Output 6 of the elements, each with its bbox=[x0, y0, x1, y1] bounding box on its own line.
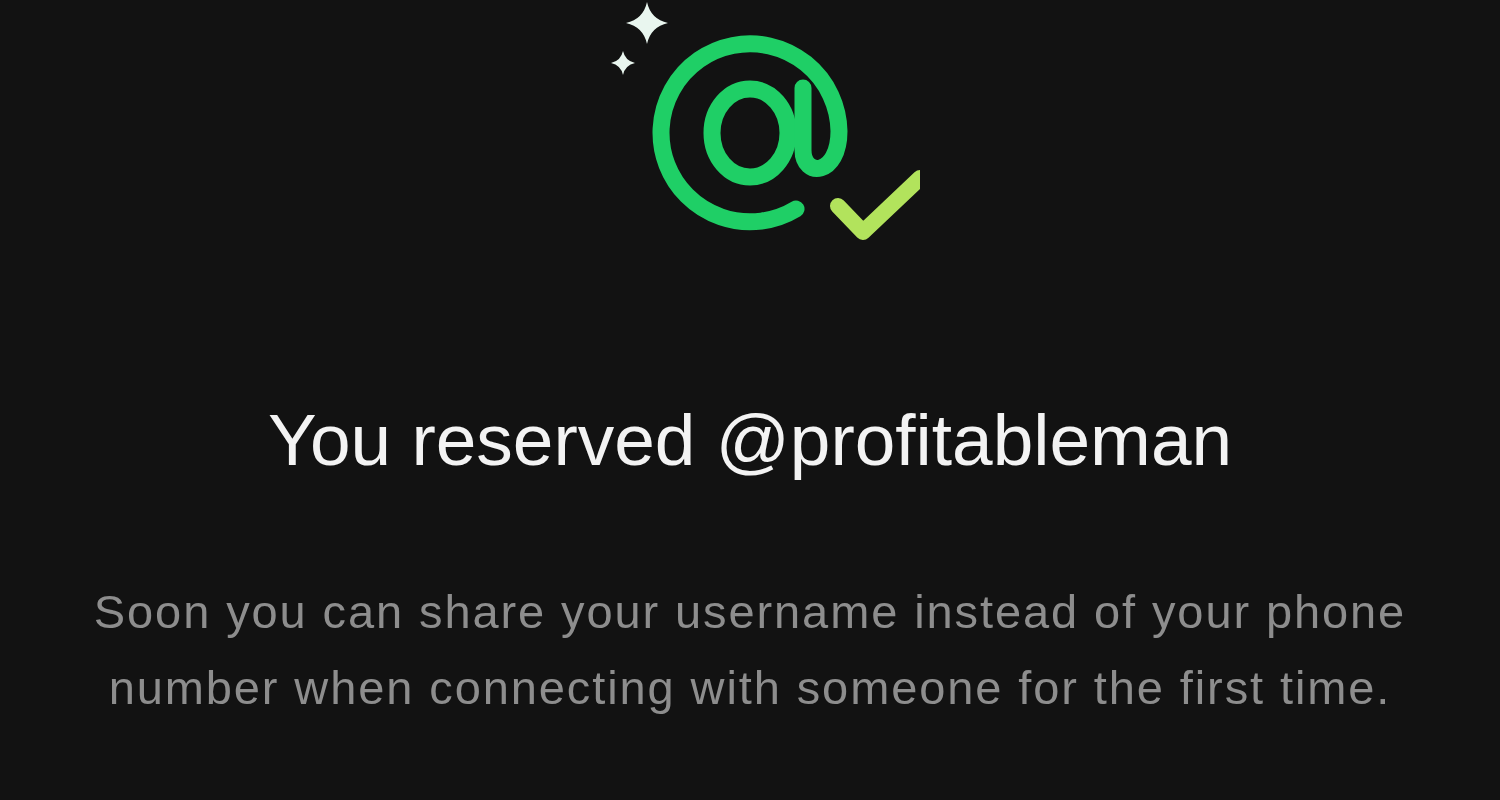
sparkle-icon bbox=[626, 2, 668, 44]
confirmation-title: You reserved @profitableman bbox=[267, 398, 1233, 482]
confirmation-description: Soon you can share your username instead of your phone number when connecting with someone for the first time. bbox=[92, 584, 1408, 716]
at-sign-icon bbox=[652, 35, 848, 231]
check-icon bbox=[830, 170, 920, 240]
sparkle-icon bbox=[611, 51, 635, 75]
